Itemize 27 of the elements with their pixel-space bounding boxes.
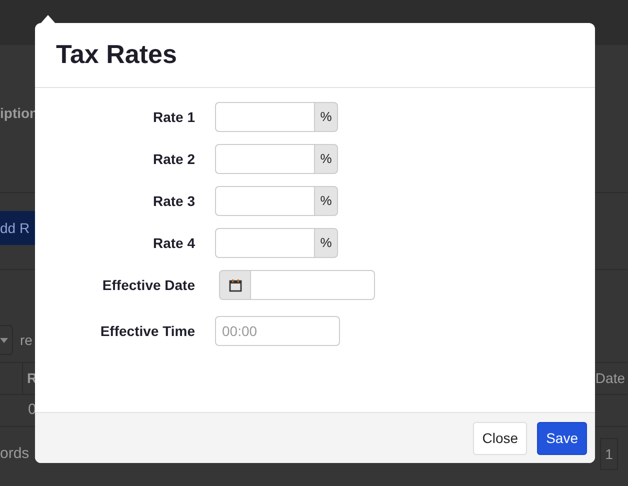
percent-addon: % xyxy=(314,102,338,132)
time-input[interactable]: 00:00 xyxy=(215,316,340,346)
records-text: ords xyxy=(0,444,30,464)
rate-input[interactable] xyxy=(215,144,314,174)
page-link[interactable]: 1 xyxy=(600,438,618,470)
field-label: Rate 3 xyxy=(152,192,195,210)
modal-title: Tax Rates xyxy=(56,39,178,69)
select-label: re xyxy=(20,330,32,350)
percent-addon: % xyxy=(314,186,338,216)
field-label: Rate 2 xyxy=(152,150,195,168)
column-header: Date xyxy=(595,369,625,388)
add-rate-button[interactable]: dd R xyxy=(0,211,35,245)
field-label: Effective Date xyxy=(101,276,195,294)
field-label: Rate 1 xyxy=(152,108,195,126)
field-label: Effective Time xyxy=(99,322,195,340)
close-button[interactable]: Close xyxy=(473,422,528,454)
percent-addon: % xyxy=(314,228,338,258)
date-input[interactable] xyxy=(251,270,375,300)
percent-addon: % xyxy=(314,144,338,174)
rate-input[interactable] xyxy=(215,228,314,258)
caret-icon xyxy=(0,338,8,342)
calendar-icon xyxy=(228,278,242,292)
calendar-button[interactable] xyxy=(219,270,251,300)
rate-input[interactable] xyxy=(215,186,314,216)
save-button[interactable]: Save xyxy=(537,422,587,454)
field-label: Rate 4 xyxy=(152,234,195,252)
rate-input[interactable] xyxy=(215,102,314,132)
